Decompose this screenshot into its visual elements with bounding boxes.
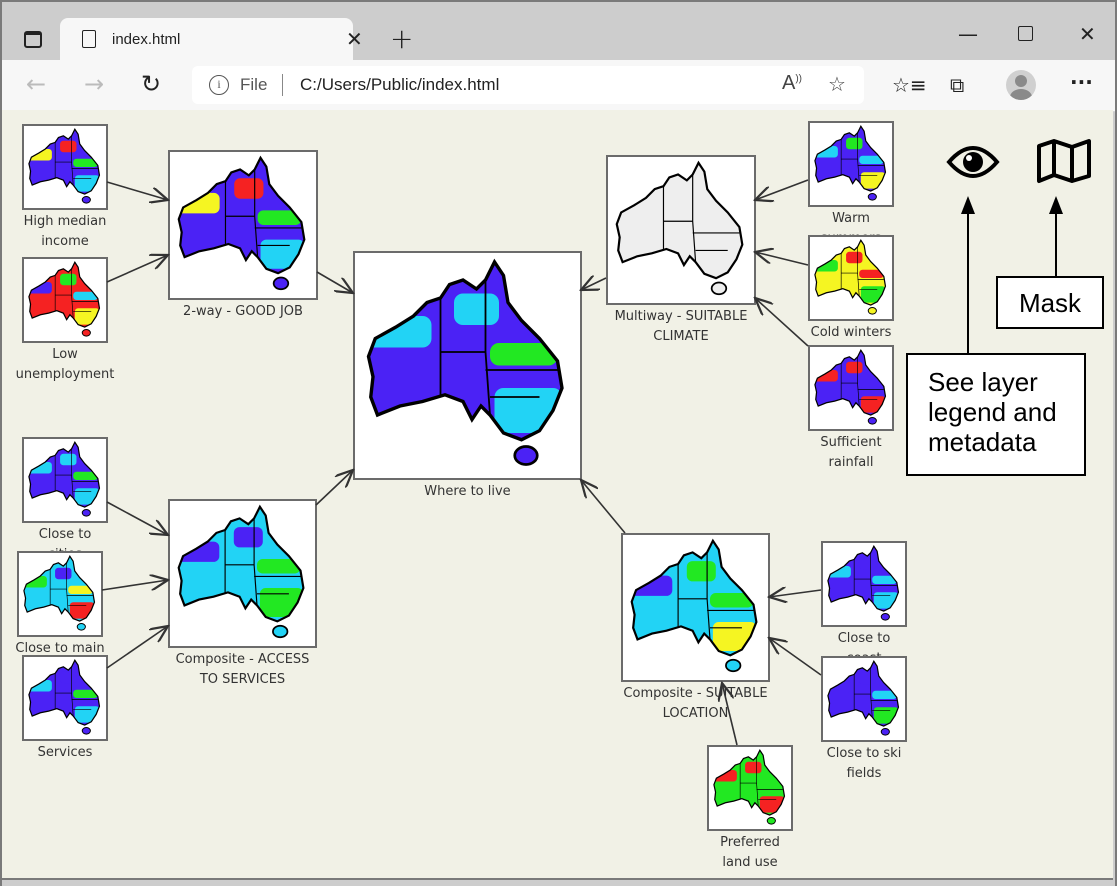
forward-icon[interactable]: →: [84, 70, 104, 98]
map-label: Services: [37, 745, 93, 760]
australia-map: [814, 239, 887, 315]
document-icon: [82, 30, 96, 48]
close-icon[interactable]: ✕: [346, 27, 363, 51]
map-label: Preferred land use: [720, 835, 780, 870]
address-url[interactable]: C:/Users/Public/index.html: [300, 75, 499, 95]
map-thumbnail[interactable]: [168, 499, 317, 648]
tab-strip: index.html ✕ + — ✕: [2, 2, 1115, 62]
australia-map: [28, 441, 101, 517]
map-label: Composite - SUITABLE LOCATION: [623, 686, 768, 721]
address-bar[interactable]: i File C:/Users/Public/index.html A)) ☆: [192, 66, 864, 104]
australia-map: [177, 155, 306, 291]
maximize-icon[interactable]: [1018, 26, 1033, 41]
legend-callout: See layer legend and metadata: [906, 353, 1086, 476]
map-thumbnail[interactable]: [606, 155, 756, 305]
minimize-icon[interactable]: —: [958, 22, 978, 46]
australia-map: [713, 749, 786, 825]
map-label: Sufficient rainfall: [820, 435, 882, 470]
australia-map: [23, 555, 96, 631]
favorites-icon[interactable]: ☆≡: [892, 73, 927, 97]
australia-map: [827, 545, 900, 621]
australia-map: [615, 160, 744, 296]
australia-map: [630, 538, 758, 673]
collections-icon[interactable]: ⧉: [950, 73, 964, 97]
map-thumbnail[interactable]: [821, 656, 907, 742]
map-label: Multiway - SUITABLE CLIMATE: [614, 309, 748, 344]
map-thumbnail[interactable]: [22, 655, 108, 741]
map-thumbnail[interactable]: [22, 257, 108, 343]
map-thumbnail[interactable]: [17, 551, 103, 637]
map-thumbnail[interactable]: [621, 533, 770, 682]
map-icon[interactable]: [1036, 138, 1092, 188]
map-thumbnail[interactable]: [821, 541, 907, 627]
map-thumbnail[interactable]: [353, 251, 582, 480]
tab-title: index.html: [112, 31, 181, 48]
back-icon[interactable]: ←: [26, 70, 46, 98]
mask-callout: Mask: [996, 276, 1104, 329]
australia-map: [827, 660, 900, 736]
map-label: 2-way - GOOD JOB: [183, 304, 303, 319]
map-label: Close to ski fields: [826, 746, 902, 781]
map-thumbnail[interactable]: [808, 235, 894, 321]
map-thumbnail[interactable]: [707, 745, 793, 831]
australia-map: [366, 258, 564, 466]
map-label: Where to live: [424, 484, 511, 499]
map-thumbnail[interactable]: [168, 150, 318, 300]
map-label: Composite - ACCESS TO SERVICES: [175, 652, 310, 687]
refresh-icon[interactable]: ↻: [141, 70, 161, 98]
australia-map: [177, 504, 305, 639]
address-scheme: File: [240, 75, 268, 94]
australia-map: [28, 659, 101, 735]
map-label: Cold winters: [810, 325, 892, 340]
more-icon[interactable]: ···: [1070, 70, 1093, 94]
tab-actions-icon[interactable]: [24, 31, 42, 48]
profile-icon[interactable]: [1006, 70, 1036, 100]
australia-map: [814, 125, 887, 201]
map-thumbnail[interactable]: [22, 124, 108, 210]
info-icon[interactable]: i: [209, 75, 229, 95]
australia-map: [814, 349, 887, 425]
divider: [282, 74, 283, 96]
map-label: High median income: [23, 214, 107, 249]
australia-map: [28, 128, 101, 204]
map-thumbnail[interactable]: [22, 437, 108, 523]
eye-icon[interactable]: [946, 140, 1000, 188]
map-label: Low unemployment: [15, 347, 115, 382]
read-aloud-icon[interactable]: A)): [782, 72, 802, 95]
map-thumbnail[interactable]: [808, 121, 894, 207]
new-tab-icon[interactable]: +: [390, 22, 413, 55]
map-thumbnail[interactable]: [808, 345, 894, 431]
window-close-icon[interactable]: ✕: [1079, 22, 1096, 46]
toolbar: ← → ↻ i File C:/Users/Public/index.html …: [2, 60, 1115, 112]
add-favorite-icon[interactable]: ☆: [828, 72, 846, 96]
australia-map: [28, 261, 101, 337]
tab-index[interactable]: index.html ✕: [60, 18, 363, 62]
